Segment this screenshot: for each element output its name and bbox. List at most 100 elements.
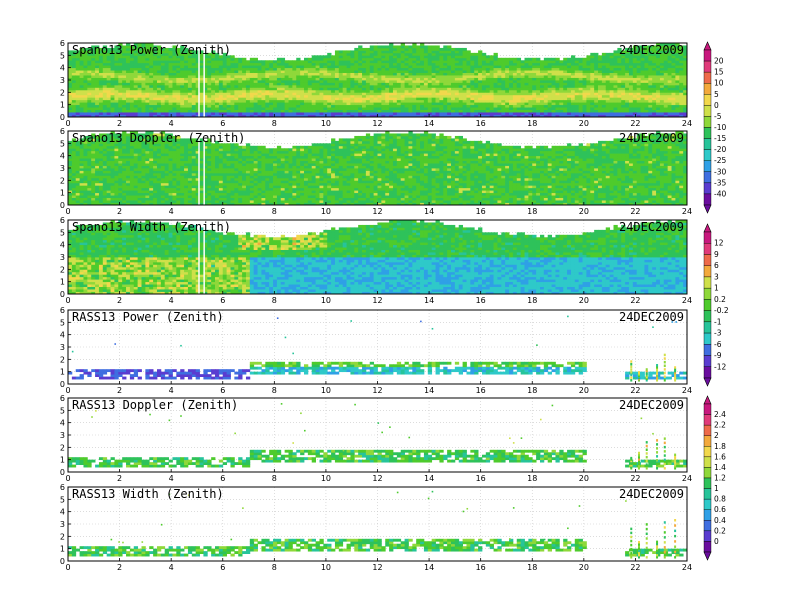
field-cell <box>95 163 100 166</box>
field-cell <box>628 82 634 86</box>
field-cell <box>238 62 243 66</box>
field-cell <box>598 94 603 98</box>
field-cell <box>563 75 568 78</box>
field-cell <box>114 150 119 154</box>
field-cell <box>536 70 541 73</box>
field-cell <box>126 165 131 169</box>
field-cell <box>667 70 672 73</box>
field-cell <box>605 60 611 64</box>
field-cell <box>149 177 154 181</box>
field-cell <box>346 99 351 103</box>
field-cell <box>75 57 81 61</box>
field-cell <box>516 65 522 69</box>
field-cell <box>303 87 309 91</box>
field-cell <box>412 112 417 115</box>
field-cell <box>133 170 139 174</box>
field-cell <box>261 87 266 91</box>
field-cell <box>536 57 541 61</box>
field-cell <box>389 45 394 49</box>
field-cell <box>373 62 378 66</box>
field-cell <box>574 84 580 88</box>
field-cell <box>362 109 367 113</box>
field-cell <box>95 89 100 93</box>
field-cell <box>354 97 359 101</box>
field-cell <box>98 160 104 164</box>
field-cell <box>435 60 440 64</box>
field-cell <box>451 65 456 69</box>
field-cell <box>648 70 653 73</box>
field-cell <box>87 163 92 166</box>
field-cell <box>400 84 405 88</box>
field-cell <box>354 109 359 113</box>
field-cell <box>528 75 533 78</box>
field-cell <box>462 75 467 78</box>
field-cell <box>625 112 630 115</box>
field-cell <box>489 97 494 101</box>
field-cell <box>91 67 96 71</box>
field-cell <box>427 104 433 108</box>
field-cell <box>95 77 100 81</box>
field-cell <box>180 97 185 101</box>
field-cell <box>675 67 680 71</box>
field-cell <box>106 200 111 203</box>
field-cell <box>625 72 630 76</box>
field-cell <box>466 84 471 88</box>
field-cell <box>106 150 111 154</box>
field-cell <box>509 72 514 76</box>
field-cell <box>423 52 429 56</box>
field-cell <box>609 87 614 91</box>
field-cell <box>141 172 146 176</box>
field-cell <box>416 84 421 88</box>
field-cell <box>145 170 150 174</box>
field-cell <box>172 84 177 88</box>
field-cell <box>303 80 309 83</box>
field-cell <box>478 57 483 61</box>
field-cell <box>265 104 270 108</box>
field-cell <box>288 62 293 66</box>
field-cell <box>311 107 316 110</box>
field-cell <box>234 70 239 73</box>
field-cell <box>648 92 653 96</box>
field-cell <box>493 82 498 86</box>
field-cell <box>412 70 417 73</box>
field-cell <box>431 80 436 83</box>
field-cell <box>114 170 119 174</box>
field-cell <box>87 150 92 154</box>
field-cell <box>257 112 262 115</box>
field-cell <box>180 67 185 71</box>
field-cell <box>563 104 568 108</box>
field-cell <box>149 57 154 61</box>
field-cell <box>354 70 359 73</box>
field-cell <box>191 57 197 61</box>
field-cell <box>230 92 235 96</box>
field-cell <box>207 65 212 69</box>
field-cell <box>613 107 618 110</box>
field-cell <box>578 60 583 64</box>
field-cell <box>574 94 580 98</box>
field-cell <box>559 82 564 86</box>
field-cell <box>265 89 270 93</box>
field-cell <box>532 75 537 78</box>
field-cell <box>71 192 77 196</box>
field-cell <box>621 77 626 81</box>
field-cell <box>126 57 131 61</box>
field-cell <box>288 80 293 83</box>
field-cell <box>458 52 464 56</box>
field-cell <box>505 102 510 106</box>
field-cell <box>187 72 193 76</box>
field-cell <box>466 67 471 71</box>
field-cell <box>87 153 92 157</box>
field-cell <box>532 80 537 83</box>
field-cell <box>427 80 433 83</box>
field-cell <box>590 62 595 66</box>
field-cell <box>536 84 541 88</box>
field-cell <box>156 82 162 86</box>
field-cell <box>288 107 293 110</box>
field-cell <box>253 72 258 76</box>
field-cell <box>133 62 139 66</box>
field-cell <box>292 109 297 113</box>
field-cell <box>149 180 154 184</box>
field-cell <box>389 62 394 66</box>
field-cell <box>528 67 533 71</box>
field-cell <box>106 195 111 198</box>
